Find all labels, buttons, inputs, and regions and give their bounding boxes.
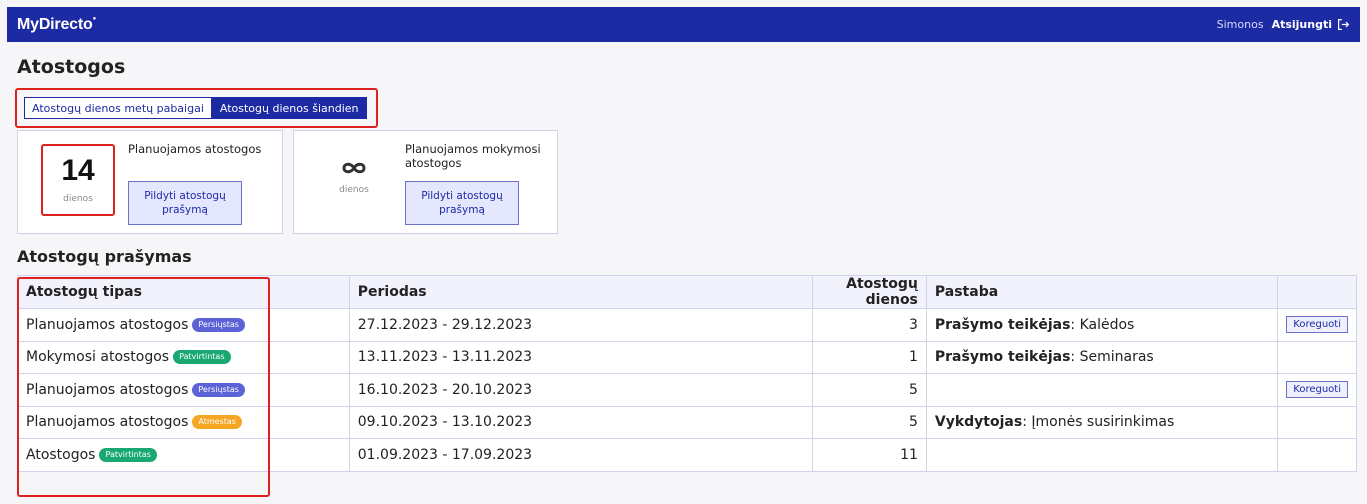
logout-button[interactable]: Atsijungti xyxy=(1272,18,1350,31)
column-header-type: Atostogų tipas xyxy=(17,275,350,309)
table-header-row: Atostogų tipas Periodas Atostogų dienos … xyxy=(17,275,1357,309)
tab-year-end-days[interactable]: Atostogų dienos metų pabaigai xyxy=(24,97,212,119)
brand-logo[interactable]: MyDirecto● xyxy=(17,16,96,34)
card-title: Planuojamos mokymosi atostogos xyxy=(405,142,541,170)
fill-vacation-request-button[interactable]: Pildyti atostogų prašymą xyxy=(128,181,242,225)
note-label: Prašymo teikėjas xyxy=(934,316,1071,333)
user-menu: Simonos Atsijungti xyxy=(1217,18,1350,31)
study-leave-card: dienos Planuojamos mokymosi atostogos Pi… xyxy=(293,130,558,234)
note-label: Vykdytojas xyxy=(934,414,1023,431)
cell-days: 11 xyxy=(811,438,927,472)
days-unit: dienos xyxy=(339,185,369,195)
cell-note: Vykdytojas: Įmonės susirinkimas xyxy=(925,405,1279,439)
brand-name: MyDirecto xyxy=(17,15,93,33)
unlimited-days-box: dienos xyxy=(324,159,384,209)
cell-actions: Koreguoti xyxy=(1277,308,1357,342)
cell-days: 5 xyxy=(811,405,927,439)
vacation-type: Atostogos xyxy=(26,446,96,463)
infinity-icon xyxy=(342,162,366,174)
column-header-days: Atostogų dienos xyxy=(811,275,927,309)
day-mode-tabs: Atostogų dienos metų pabaigai Atostogų d… xyxy=(15,88,378,128)
cell-note xyxy=(925,438,1279,472)
cell-actions xyxy=(1277,438,1357,472)
table-row: Planuojamos atostogos Atmestas 09.10.2023… xyxy=(17,405,1357,439)
table-row: Planuojamos atostogos Persiųstas 27.12.20… xyxy=(17,308,1357,342)
status-badge: Persiųstas xyxy=(192,317,245,332)
user-name[interactable]: Simonos xyxy=(1217,18,1264,31)
cell-period: 27.12.2023 - 29.12.2023 xyxy=(348,308,813,342)
cell-note: Prašymo teikėjas: Kalėdos xyxy=(925,308,1279,342)
cell-note xyxy=(925,373,1279,407)
cell-actions xyxy=(1277,405,1357,439)
logout-icon xyxy=(1338,19,1350,30)
vacation-type: Planuojamos atostogos xyxy=(26,316,189,333)
logout-label: Atsijungti xyxy=(1271,18,1332,31)
cell-days: 5 xyxy=(811,373,927,407)
cell-period: 01.09.2023 - 17.09.2023 xyxy=(348,438,813,472)
status-badge: Patvirtintas xyxy=(99,447,157,462)
cell-period: 09.10.2023 - 13.10.2023 xyxy=(348,405,813,439)
cell-actions: Koreguoti xyxy=(1277,373,1357,407)
cell-days: 3 xyxy=(811,308,927,342)
column-header-actions xyxy=(1277,275,1357,309)
status-badge: Patvirtintas xyxy=(173,350,231,365)
status-badge: Atmestas xyxy=(192,415,242,430)
fill-study-leave-request-button[interactable]: Pildyti atostogų prašymą xyxy=(405,181,519,225)
cell-type: Planuojamos atostogos Atmestas xyxy=(17,405,350,439)
edit-button[interactable]: Koreguoti xyxy=(1286,316,1348,334)
cell-type: Mokymosi atostogos Patvirtintas xyxy=(17,340,350,374)
column-header-note: Pastaba xyxy=(925,275,1279,309)
table-row: Atostogos Patvirtintas 01.09.2023 - 17.09… xyxy=(17,438,1357,472)
requests-table: Atostogų tipas Periodas Atostogų dienos … xyxy=(17,275,1357,472)
page-title: Atostogos xyxy=(17,56,126,78)
column-header-period: Periodas xyxy=(348,275,813,309)
days-unit: dienos xyxy=(63,194,93,204)
edit-button[interactable]: Koreguoti xyxy=(1286,381,1348,399)
card-title: Planuojamos atostogos xyxy=(128,142,262,156)
vacation-type: Planuojamos atostogos xyxy=(26,414,189,431)
note-text: : Kalėdos xyxy=(1070,316,1135,333)
days-count-box: 14 dienos xyxy=(41,144,115,216)
days-count: 14 xyxy=(61,154,95,187)
cell-period: 16.10.2023 - 20.10.2023 xyxy=(348,373,813,407)
cell-actions xyxy=(1277,340,1357,374)
table-row: Mokymosi atostogos Patvirtintas 13.11.202… xyxy=(17,340,1357,374)
tab-today-days[interactable]: Atostogų dienos šiandien xyxy=(211,97,367,119)
cell-type: Planuojamos atostogos Persiųstas xyxy=(17,373,350,407)
planned-vacation-card: 14 dienos Planuojamos atostogos Pildyti … xyxy=(17,130,283,234)
brand-dot: ● xyxy=(92,15,97,22)
table-row: Planuojamos atostogos Persiųstas 16.10.20… xyxy=(17,373,1357,407)
note-text: : Įmonės susirinkimas xyxy=(1022,414,1175,431)
top-navbar: MyDirecto● Simonos Atsijungti xyxy=(7,7,1360,42)
cell-note: Prašymo teikėjas: Seminaras xyxy=(925,340,1279,374)
status-badge: Persiųstas xyxy=(192,382,245,397)
cell-period: 13.11.2023 - 13.11.2023 xyxy=(348,340,813,374)
note-label: Prašymo teikėjas xyxy=(934,349,1071,366)
cell-days: 1 xyxy=(811,340,927,374)
vacation-type: Planuojamos atostogos xyxy=(26,381,189,398)
vacation-type: Mokymosi atostogos xyxy=(26,349,170,366)
cell-type: Planuojamos atostogos Persiųstas xyxy=(17,308,350,342)
note-text: : Seminaras xyxy=(1070,349,1154,366)
requests-section-title: Atostogų prašymas xyxy=(17,247,192,266)
cell-type: Atostogos Patvirtintas xyxy=(17,438,350,472)
